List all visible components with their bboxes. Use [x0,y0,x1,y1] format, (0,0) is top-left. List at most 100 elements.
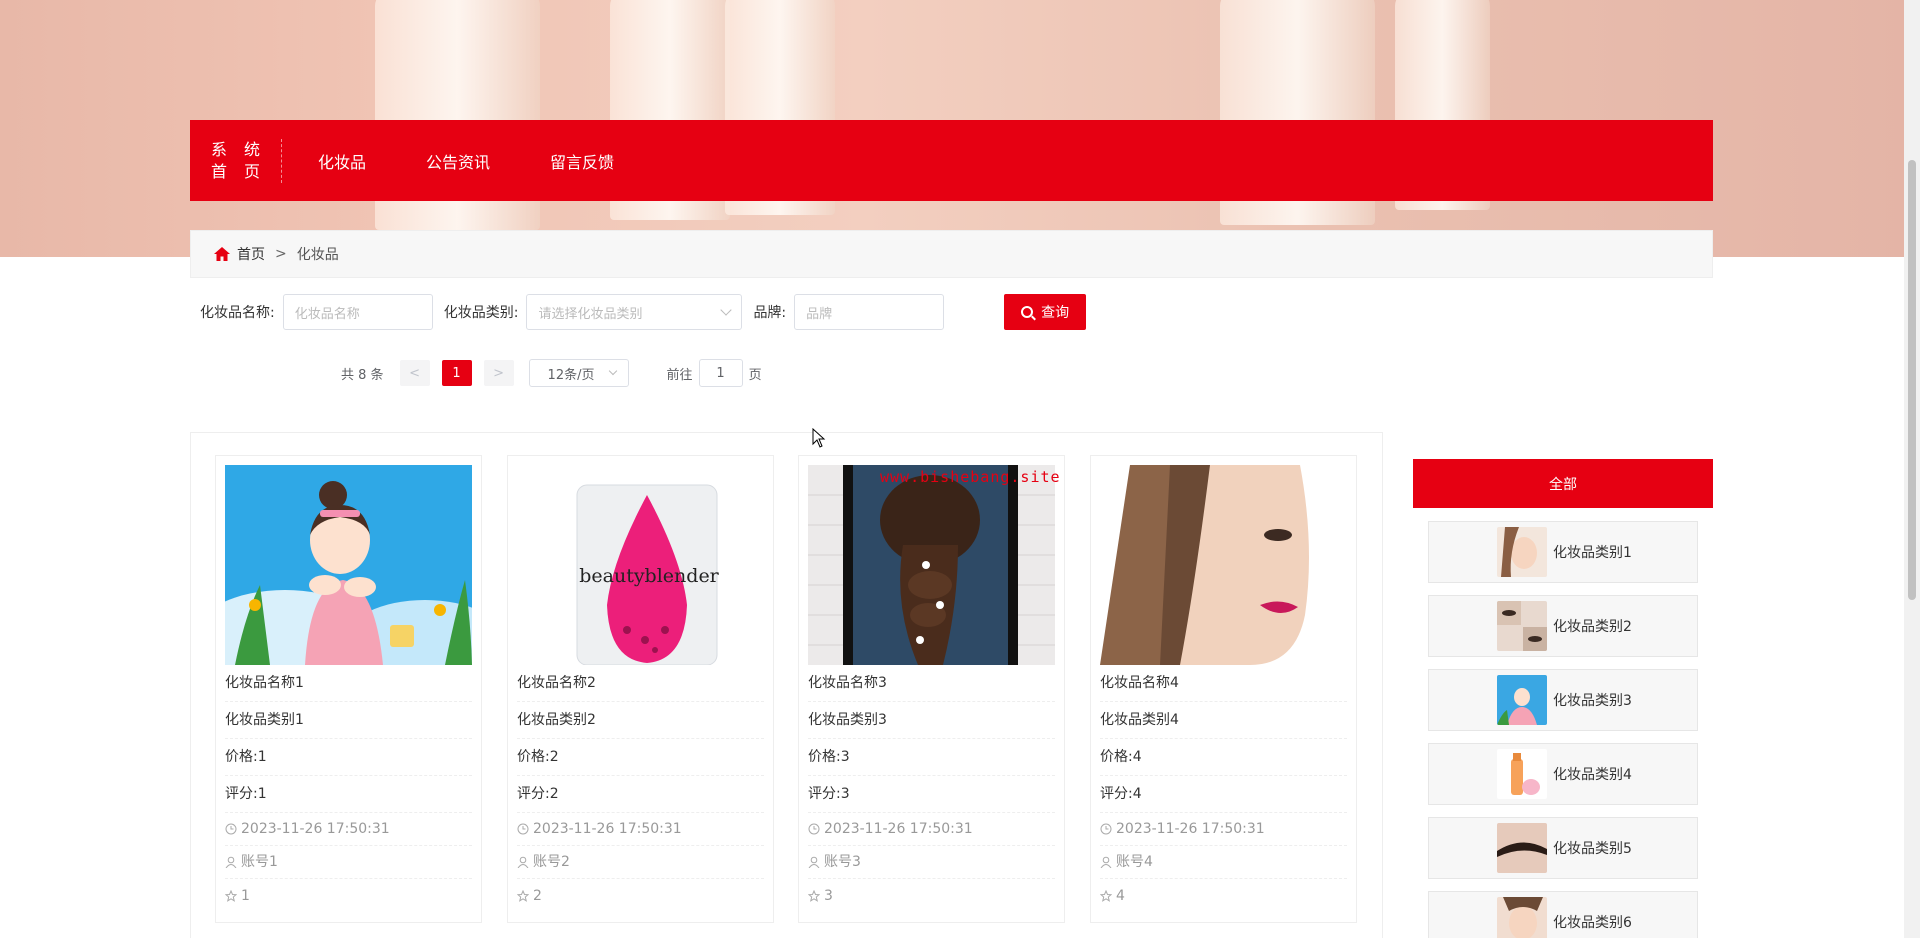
category-thumbnail [1497,749,1547,799]
product-card[interactable]: beautyblender 化妆品名称2 化妆品类别2 价格:2 评分:2 20… [507,455,774,923]
product-time-row: 2023-11-26 17:50:31 [225,813,472,846]
nav-home-link[interactable]: 系 统 首 页 [190,138,282,183]
star-icon [225,889,237,902]
home-icon [214,247,230,261]
prev-page-icon: < [409,365,420,381]
product-image-illustration [225,465,472,665]
product-name[interactable]: 化妆品名称4 [1100,665,1347,702]
query-button-label: 查询 [1041,305,1070,321]
product-image[interactable] [225,465,472,665]
product-category: 化妆品类别4 [1100,702,1347,739]
brand-label: 品牌: [753,305,787,321]
product-category: 化妆品类别3 [808,702,1055,739]
category-thumbnail [1497,675,1547,725]
sidebar-category-item[interactable]: 化妆品类别1 [1428,521,1698,583]
next-page-button[interactable]: > [483,360,514,386]
category-label: 化妆品类别5 [1553,841,1632,857]
category-select[interactable]: 请选择化妆品类别 [526,294,743,330]
scrollbar-thumb[interactable] [1908,160,1916,600]
product-stars-row: 2 [517,879,764,912]
name-input[interactable]: 化妆品名称 [282,294,433,330]
pagination-total: 共 8 条 [341,367,384,383]
chevron-down-icon [608,366,617,376]
product-time: 2023-11-26 17:50:31 [241,821,390,837]
sidebar-category-item[interactable]: 化妆品类别5 [1428,817,1698,879]
product-image[interactable] [1100,465,1347,665]
product-stars: 3 [824,887,833,904]
page-size-select[interactable]: 12条/页 [528,359,629,387]
category-all-button[interactable]: 全部 [1413,459,1713,508]
mouse-cursor-icon [812,428,826,448]
product-card[interactable]: 化妆品名称4 化妆品类别4 价格:4 评分:4 2023-11-26 17:50… [1090,455,1357,923]
product-price: 价格:2 [517,739,764,776]
category-label: 化妆品类别6 [1553,915,1632,931]
prev-page-button[interactable]: < [399,360,430,386]
nav-home-line1: 系 统 [210,139,267,159]
product-account-row: 账号3 [808,846,1055,879]
nav-item-cosmetics[interactable]: 化妆品 [318,149,366,173]
product-stars: 2 [533,887,542,904]
breadcrumb: 首页 > 化妆品 [190,230,1713,278]
product-time: 2023-11-26 17:50:31 [824,821,973,837]
goto-prefix: 前往 [666,367,693,383]
product-image-brand-text: beautyblender [579,565,719,587]
page-number-1[interactable]: 1 [441,360,472,386]
product-stars: 1 [241,887,250,904]
sidebar-category-item[interactable]: 化妆品类别4 [1428,743,1698,805]
category-label: 化妆品类别3 [1553,693,1632,709]
category-thumbnail [1497,601,1547,651]
search-form: 化妆品名称: 化妆品名称 化妆品类别: 请选择化妆品类别 品牌: 品牌 查询 [200,294,1087,330]
sidebar-category-item[interactable]: 化妆品类别3 [1428,669,1698,731]
search-icon [1021,306,1034,318]
star-icon [517,889,529,902]
product-time: 2023-11-26 17:50:31 [1116,821,1265,837]
product-name[interactable]: 化妆品名称1 [225,665,472,702]
product-category: 化妆品类别2 [517,702,764,739]
product-time-row: 2023-11-26 17:50:31 [517,813,764,846]
goto-page-input[interactable]: 1 [698,359,743,387]
user-icon [517,856,529,868]
brand-input[interactable]: 品牌 [794,294,945,330]
clock-icon [225,823,237,835]
breadcrumb-home[interactable]: 首页 [237,244,265,264]
star-icon [808,889,820,902]
chevron-down-icon [720,304,733,316]
category-select-placeholder: 请选择化妆品类别 [538,306,643,322]
product-score: 评分:3 [808,776,1055,813]
product-account: 账号3 [824,854,861,870]
sidebar-category-item[interactable]: 化妆品类别6 [1428,891,1698,938]
product-image[interactable] [808,465,1055,665]
product-account-row: 账号1 [225,846,472,879]
star-icon [1100,889,1112,902]
brand-input-placeholder: 品牌 [806,306,833,322]
product-price: 价格:4 [1100,739,1347,776]
product-name[interactable]: 化妆品名称2 [517,665,764,702]
nav-item-feedback[interactable]: 留言反馈 [550,149,614,173]
goto-suffix: 页 [748,367,762,383]
clock-icon [517,823,529,835]
product-time-row: 2023-11-26 17:50:31 [808,813,1055,846]
category-thumbnail [1497,527,1547,577]
category-thumbnail [1497,823,1547,873]
query-button[interactable]: 查询 [1004,294,1087,330]
category-thumbnail [1497,897,1547,938]
product-stars-row: 3 [808,879,1055,912]
product-card[interactable]: 化妆品名称3 化妆品类别3 价格:3 评分:3 2023-11-26 17:50… [798,455,1065,923]
product-card[interactable]: 化妆品名称1 化妆品类别1 价格:1 评分:1 2023-11-26 17:50… [215,455,482,923]
product-time: 2023-11-26 17:50:31 [533,821,682,837]
product-image-illustration [808,465,1055,665]
sidebar-category-item[interactable]: 化妆品类别2 [1428,595,1698,657]
product-category: 化妆品类别1 [225,702,472,739]
product-score: 评分:4 [1100,776,1347,813]
category-label: 化妆品类别4 [1553,767,1632,783]
nav-item-news[interactable]: 公告资讯 [426,149,490,173]
product-name[interactable]: 化妆品名称3 [808,665,1055,702]
product-stars-row: 1 [225,879,472,912]
category-label: 化妆品类别: [443,305,519,321]
pagination: 共 8 条 < 1 > 12条/页 前往 1 页 [341,359,762,387]
breadcrumb-separator: > [275,246,287,262]
product-account-row: 账号4 [1100,846,1347,879]
watermark-text: www.bishebang.site [880,468,1061,486]
page-scrollbar[interactable] [1904,0,1920,938]
product-image[interactable]: beautyblender [517,465,764,665]
